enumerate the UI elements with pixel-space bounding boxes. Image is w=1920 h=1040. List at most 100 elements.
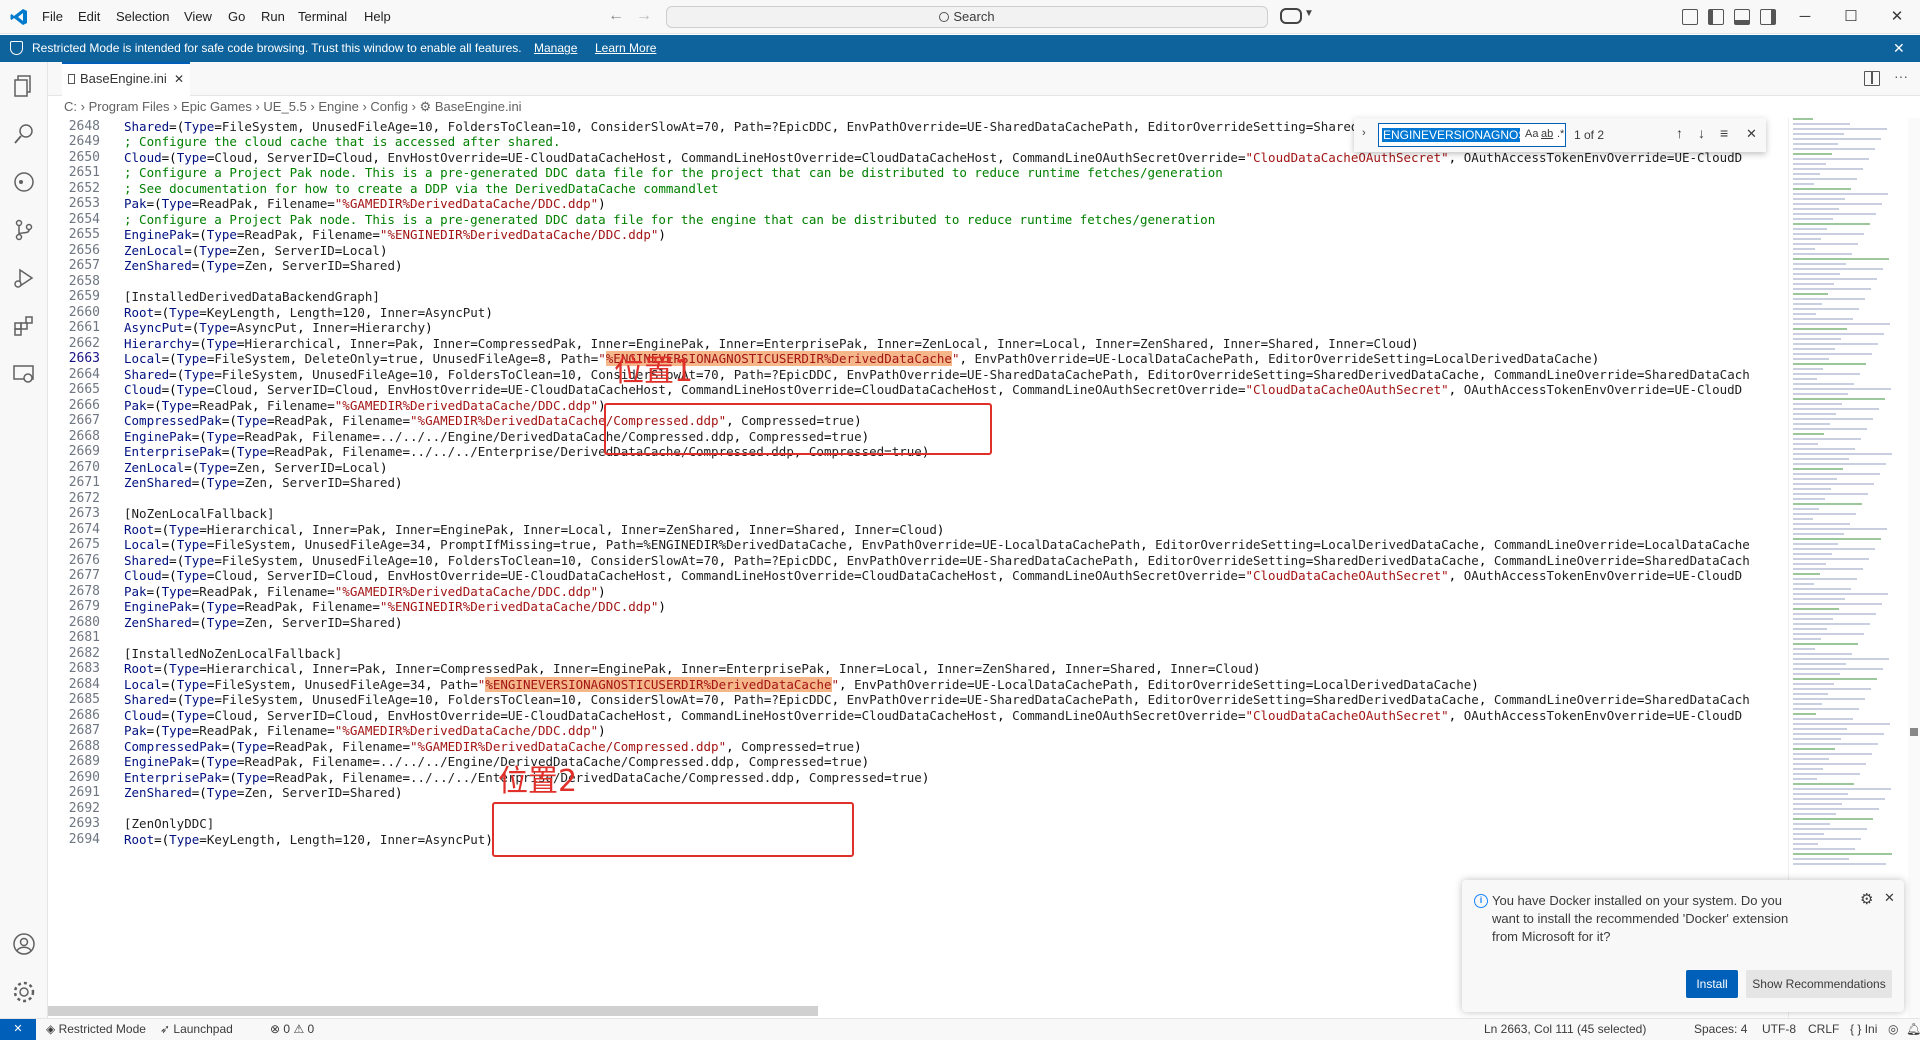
- minimap-line: [1793, 858, 1849, 860]
- run-debug-icon[interactable]: [12, 266, 36, 290]
- menu-view[interactable]: View: [184, 0, 212, 34]
- more-actions-icon[interactable]: ···: [1894, 68, 1908, 84]
- menu-terminal[interactable]: Terminal: [298, 0, 347, 34]
- menu-go[interactable]: Go: [228, 0, 245, 34]
- notifications-bell-icon[interactable]: 🔔︎: [1906, 1019, 1920, 1040]
- language-mode[interactable]: { } Ini: [1850, 1019, 1877, 1040]
- close-icon[interactable]: ✕: [1893, 35, 1905, 62]
- code-line: ZenShared=(Type=Zen, ServerID=Shared): [124, 258, 403, 273]
- match-case-icon[interactable]: Aa: [1525, 128, 1538, 140]
- minimap-line: [1793, 608, 1839, 610]
- breadcrumb-epic-games[interactable]: Epic Games: [181, 99, 252, 114]
- minimap-line: [1793, 213, 1876, 215]
- annotation-box-1: [604, 403, 992, 455]
- launchpad-status[interactable]: ➶ Launchpad: [160, 1019, 233, 1040]
- horizontal-scrollbar[interactable]: [48, 1006, 818, 1016]
- learn-more-link[interactable]: Learn More: [595, 35, 656, 62]
- breadcrumb-engine[interactable]: Engine: [318, 99, 358, 114]
- find-in-selection-icon[interactable]: ≡: [1720, 125, 1728, 141]
- minimap-line: [1793, 303, 1822, 305]
- minimap-line: [1793, 618, 1833, 620]
- code-line: ZenShared=(Type=Zen, ServerID=Shared): [124, 785, 403, 800]
- minimap-line: [1793, 498, 1825, 500]
- menu-file[interactable]: File: [42, 0, 63, 34]
- extensions-icon[interactable]: [12, 314, 36, 338]
- breadcrumb-file[interactable]: BaseEngine.ini: [435, 99, 522, 114]
- cursor-position[interactable]: Ln 2663, Col 111 (45 selected): [1484, 1019, 1646, 1040]
- close-icon[interactable]: ✕: [1746, 126, 1757, 142]
- remote-indicator[interactable]: ✕: [0, 1019, 36, 1040]
- chevron-down-icon[interactable]: ▼: [1304, 8, 1314, 19]
- copilot-icon[interactable]: [1280, 8, 1302, 24]
- indentation-status[interactable]: Spaces: 4: [1694, 1019, 1747, 1040]
- close-icon[interactable]: ✕: [174, 64, 184, 94]
- install-button[interactable]: Install: [1686, 970, 1738, 998]
- split-editor-icon[interactable]: [1864, 71, 1880, 86]
- minimap-line: [1793, 788, 1891, 790]
- restricted-mode-status[interactable]: ◈ Restricted Mode: [46, 1019, 146, 1040]
- minimap-line: [1793, 448, 1855, 450]
- remote-explorer-icon[interactable]: [12, 362, 36, 386]
- minimap-line: [1793, 838, 1861, 840]
- minimap-line: [1793, 218, 1833, 220]
- breadcrumb-program-files[interactable]: Program Files: [89, 99, 170, 114]
- back-arrow-icon[interactable]: ←: [608, 7, 624, 25]
- minimap-line: [1793, 543, 1838, 545]
- menu-edit[interactable]: Edit: [78, 0, 100, 34]
- minimize-button[interactable]: ─: [1782, 0, 1828, 34]
- command-center-search[interactable]: Search: [666, 6, 1268, 28]
- source-control-icon[interactable]: [12, 218, 36, 242]
- close-icon[interactable]: ✕: [1884, 890, 1895, 906]
- problems-status[interactable]: ⊗ 0 ⚠ 0: [270, 1019, 314, 1040]
- minimap-line: [1793, 263, 1846, 265]
- docker-notification: i You have Docker installed on your syst…: [1462, 880, 1904, 1012]
- next-match-icon[interactable]: ↓: [1698, 125, 1705, 141]
- minimap-line: [1793, 223, 1870, 225]
- menu-run[interactable]: Run: [261, 0, 285, 34]
- menu-help[interactable]: Help: [364, 0, 391, 34]
- toggle-primary-sidebar-icon[interactable]: [1708, 9, 1724, 25]
- account-icon[interactable]: [12, 932, 36, 956]
- breadcrumb-ue[interactable]: UE_5.5: [263, 99, 306, 114]
- minimap-line: [1793, 763, 1866, 765]
- eol-status[interactable]: CRLF: [1808, 1019, 1839, 1040]
- minimap-line: [1793, 123, 1850, 125]
- breadcrumb-drive[interactable]: C:: [64, 99, 77, 114]
- forward-arrow-icon[interactable]: →: [636, 7, 652, 25]
- minimap-line: [1793, 468, 1843, 470]
- minimap-line: [1793, 823, 1830, 825]
- settings-gear-icon[interactable]: [12, 980, 36, 1004]
- vertical-scrollbar[interactable]: [1908, 118, 1920, 1018]
- whole-word-icon[interactable]: ab: [1541, 128, 1553, 140]
- copilot-status-icon[interactable]: ◎: [1888, 1019, 1898, 1040]
- timeline-icon[interactable]: [12, 170, 36, 194]
- gear-icon[interactable]: ⚙: [1860, 890, 1873, 908]
- minimap-line: [1793, 128, 1887, 130]
- minimap-line: [1793, 508, 1819, 510]
- minimap-line: [1793, 563, 1826, 565]
- minimap-line: [1793, 683, 1834, 685]
- minimap-line: [1793, 848, 1855, 850]
- minimap-line: [1793, 573, 1820, 575]
- match-count: 1 of 2: [1574, 128, 1605, 142]
- customize-layout-icon[interactable]: [1682, 9, 1698, 25]
- manage-link[interactable]: Manage: [534, 35, 577, 62]
- tab-label: BaseEngine.ini: [80, 71, 167, 86]
- previous-match-icon[interactable]: ↑: [1676, 125, 1683, 141]
- search-icon[interactable]: [12, 122, 36, 146]
- explorer-icon[interactable]: [12, 74, 36, 98]
- minimap-line: [1793, 758, 1829, 760]
- close-window-button[interactable]: ✕: [1874, 0, 1920, 34]
- tab-baseengine-ini[interactable]: BaseEngine.ini ✕: [62, 62, 190, 96]
- toggle-replace-chevron-icon[interactable]: ›: [1362, 127, 1366, 139]
- toggle-secondary-sidebar-icon[interactable]: [1760, 9, 1776, 25]
- menu-selection[interactable]: Selection: [116, 0, 169, 34]
- regex-icon[interactable]: .*: [1557, 128, 1564, 140]
- find-input[interactable]: ENGINEVERSIONAGNOS Aa ab .*: [1378, 123, 1566, 147]
- toggle-panel-icon[interactable]: [1734, 9, 1750, 25]
- encoding-status[interactable]: UTF-8: [1762, 1019, 1796, 1040]
- maximize-button[interactable]: ☐: [1828, 0, 1874, 34]
- minimap-line: [1793, 783, 1854, 785]
- breadcrumb-config[interactable]: Config: [370, 99, 408, 114]
- show-recommendations-button[interactable]: Show Recommendations: [1746, 970, 1892, 998]
